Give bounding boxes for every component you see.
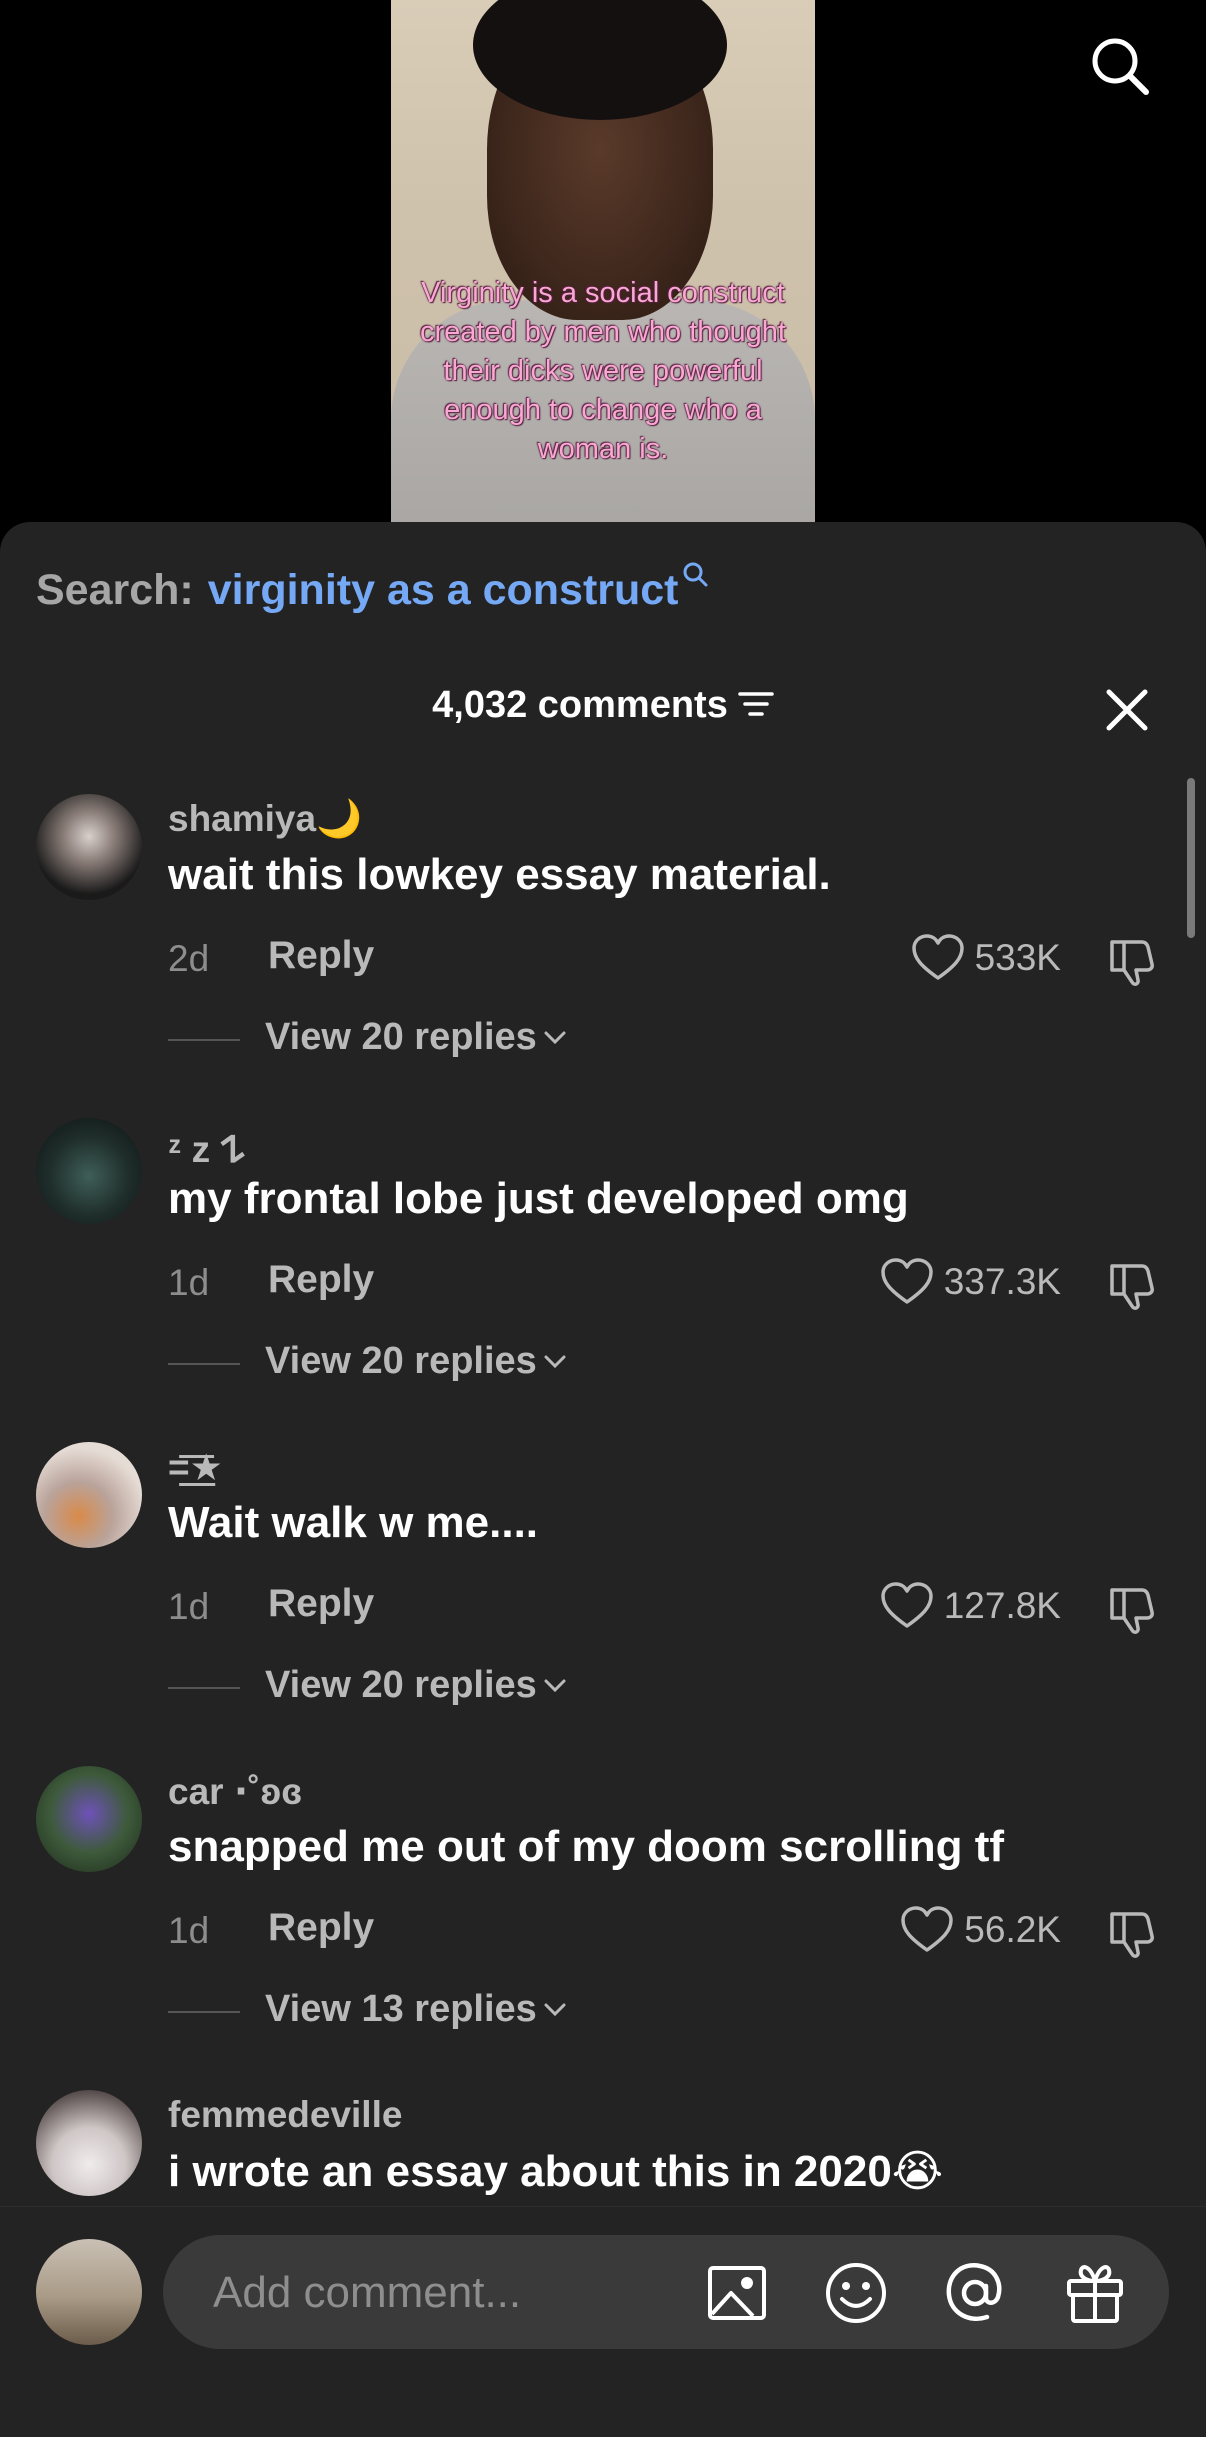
comment-item: ᶻ z 𐰁 my frontal lobe just developed omg…	[0, 1108, 1206, 1432]
like-count: 337.3K	[943, 1261, 1061, 1302]
replies-divider	[168, 2011, 240, 2013]
comment-item: femmedeville i wrote an essay about this…	[0, 2080, 1206, 2206]
comments-header: 4,032 comments	[0, 684, 1206, 727]
comment-text: wait this lowkey essay material.	[168, 850, 831, 899]
chevron-down-icon	[544, 1679, 566, 1692]
comment-username[interactable]: shamiya🌙	[168, 798, 362, 841]
search-suggestion[interactable]: Search: virginity as a construct	[36, 562, 709, 615]
comment-timestamp: 1d	[168, 1910, 210, 1951]
comments-sheet: Search: virginity as a construct 4,032 co…	[0, 522, 1206, 2436]
heart-icon	[880, 1258, 933, 1304]
avatar[interactable]	[36, 1442, 142, 1548]
view-replies-button[interactable]: View 20 replies	[265, 1664, 567, 1707]
comment-username[interactable]: ᶻ z 𐰁	[168, 1122, 245, 1173]
video-area[interactable]: Virginity is a social construct created …	[0, 0, 1206, 540]
reply-button[interactable]: Reply	[268, 934, 374, 978]
heart-icon	[911, 934, 964, 980]
view-replies-label: View 13 replies	[265, 1988, 537, 2030]
comments-count: 4,032 comments	[432, 684, 728, 726]
comment-composer: Add comment...	[0, 2206, 1206, 2437]
replies-divider	[168, 1363, 240, 1365]
avatar[interactable]	[36, 794, 142, 900]
comment-text: i wrote an essay about this in 2020😭	[168, 2147, 944, 2196]
comment-text: my frontal lobe just developed omg	[168, 1174, 909, 1223]
like-button[interactable]: 337.3K	[880, 1258, 1061, 1306]
dislike-icon[interactable]	[1104, 1582, 1160, 1638]
add-comment-placeholder: Add comment...	[213, 2268, 522, 2317]
sort-filter-icon[interactable]	[738, 689, 774, 719]
video-caption: Virginity is a social construct created …	[420, 277, 786, 465]
dislike-icon[interactable]	[1104, 1906, 1160, 1962]
search-suggestion-label: Search:	[36, 566, 194, 614]
comment-text: snapped me out of my doom scrolling tf	[168, 1822, 1005, 1871]
view-replies-button[interactable]: View 20 replies	[265, 1016, 567, 1059]
comment-timestamp: 1d	[168, 1262, 210, 1303]
like-count: 533K	[974, 937, 1061, 978]
search-link-icon	[683, 562, 708, 587]
view-replies-label: View 20 replies	[265, 1016, 537, 1058]
close-icon[interactable]	[1104, 687, 1150, 733]
comment-timestamp: 1d	[168, 1586, 210, 1627]
comment-text: Wait walk w me....	[168, 1498, 539, 1547]
replies-divider	[168, 1039, 240, 1041]
like-count: 127.8K	[943, 1585, 1061, 1626]
dislike-icon[interactable]	[1104, 934, 1160, 990]
search-icon[interactable]	[1088, 34, 1152, 98]
replies-divider	[168, 1687, 240, 1689]
avatar[interactable]	[36, 1766, 142, 1872]
comment-item: car ⋅˚ʚɞ snapped me out of my doom scrol…	[0, 1756, 1206, 2080]
add-comment-input[interactable]: Add comment...	[163, 2235, 1169, 2349]
view-replies-label: View 20 replies	[265, 1340, 537, 1382]
current-user-avatar[interactable]	[36, 2239, 142, 2345]
gift-icon[interactable]	[1061, 2259, 1129, 2327]
avatar[interactable]	[36, 2090, 142, 2196]
heart-icon	[880, 1582, 933, 1628]
search-suggestion-query[interactable]: virginity as a construct	[208, 566, 679, 614]
comment-username[interactable]: =͟͟͞͞★	[168, 1446, 223, 1489]
image-icon[interactable]	[703, 2259, 771, 2327]
heart-icon	[901, 1906, 954, 1952]
view-replies-button[interactable]: View 13 replies	[265, 1988, 567, 2031]
chevron-down-icon	[544, 1355, 566, 1368]
avatar[interactable]	[36, 1118, 142, 1224]
emoji-icon[interactable]	[822, 2259, 890, 2327]
like-count: 56.2K	[964, 1909, 1061, 1950]
chevron-down-icon	[544, 2003, 566, 2016]
video-thumbnail[interactable]: Virginity is a social construct created …	[391, 0, 815, 522]
comment-username[interactable]: car ⋅˚ʚɞ	[168, 1770, 302, 1813]
reply-button[interactable]: Reply	[268, 1906, 374, 1950]
like-button[interactable]: 56.2K	[900, 1906, 1061, 1954]
reply-button[interactable]: Reply	[268, 1582, 374, 1626]
view-replies-button[interactable]: View 20 replies	[265, 1340, 567, 1383]
comment-item: shamiya🌙 wait this lowkey essay material…	[0, 784, 1206, 1108]
comment-timestamp: 2d	[168, 938, 210, 979]
comment-item: =͟͟͞͞★ Wait walk w me.... 1d Reply 127.8…	[0, 1432, 1206, 1756]
view-replies-label: View 20 replies	[265, 1664, 537, 1706]
like-button[interactable]: 533K	[911, 934, 1061, 982]
chevron-down-icon	[544, 1031, 566, 1044]
like-button[interactable]: 127.8K	[880, 1582, 1061, 1630]
comment-username[interactable]: femmedeville	[168, 2094, 402, 2136]
dislike-icon[interactable]	[1104, 1258, 1160, 1314]
reply-button[interactable]: Reply	[268, 1258, 374, 1302]
mention-icon[interactable]	[941, 2259, 1009, 2327]
